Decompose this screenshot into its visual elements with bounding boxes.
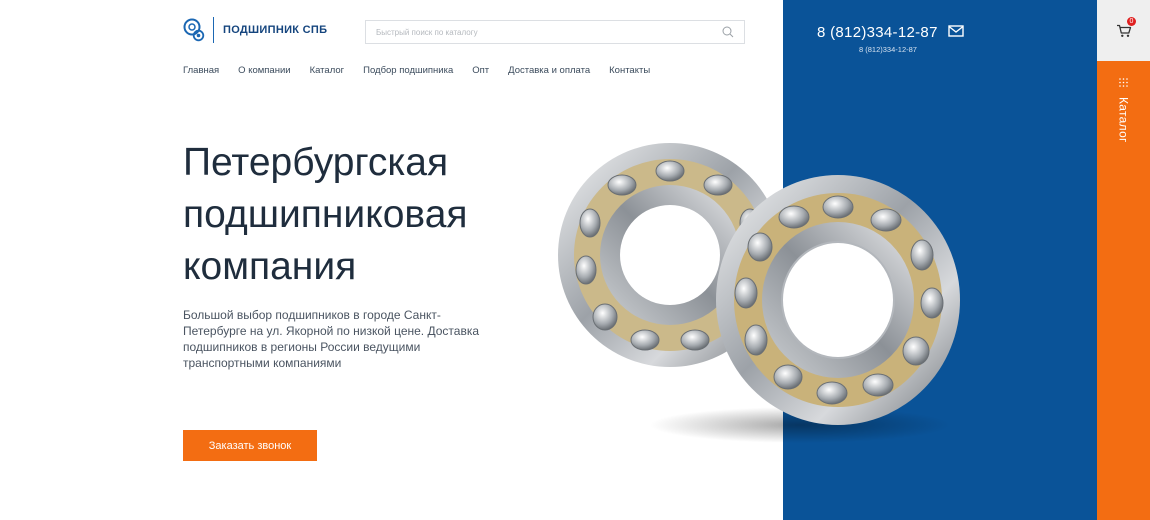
hero-title-line: компания [183,245,357,288]
catalog-side-tab[interactable]: Каталог [1097,78,1150,143]
hero-title-line: подшипниковая [183,193,468,236]
bearings-image [558,143,960,443]
catalog-tab-label: Каталог [1116,97,1131,143]
hero-description: Большой выбор подшипников в городе Санкт… [183,308,480,370]
search-input[interactable] [376,27,722,37]
nav-item-wholesale[interactable]: Опт [472,65,489,76]
search-icon[interactable] [722,26,734,38]
nav-item-contacts[interactable]: Контакты [609,65,650,76]
grid-dots-icon [1119,78,1128,87]
hero-title: Петербургская подшипниковая компания [183,137,513,293]
nav-item-delivery[interactable]: Доставка и оплата [508,65,590,76]
hero-title-line: Петербургская [183,141,449,184]
phone-number-secondary[interactable]: 8 (812)334-12-87 [859,45,917,54]
cart-count-badge: 0 [1127,17,1136,26]
brand-name: ПОДШИПНИК СПБ [223,24,328,36]
phone-number[interactable]: 8 (812)334-12-87 [817,24,938,41]
nav-item-catalog[interactable]: Каталог [310,65,345,76]
request-callback-button[interactable]: Заказать звонок [183,430,317,461]
bearing-logo-icon [183,18,205,42]
main-nav: Главная О компании Каталог Подбор подшип… [183,65,669,76]
bearing-front [716,175,960,425]
site-logo[interactable]: ПОДШИПНИК СПБ [183,17,327,43]
nav-item-bearing-selection[interactable]: Подбор подшипника [363,65,453,76]
nav-item-home[interactable]: Главная [183,65,219,76]
cart-button[interactable]: 0 [1097,0,1150,61]
nav-item-about[interactable]: О компании [238,65,290,76]
logo-divider [213,17,214,43]
mail-icon[interactable] [948,25,964,37]
right-rail: 0 Каталог [1097,0,1150,520]
search-bar [365,20,745,44]
